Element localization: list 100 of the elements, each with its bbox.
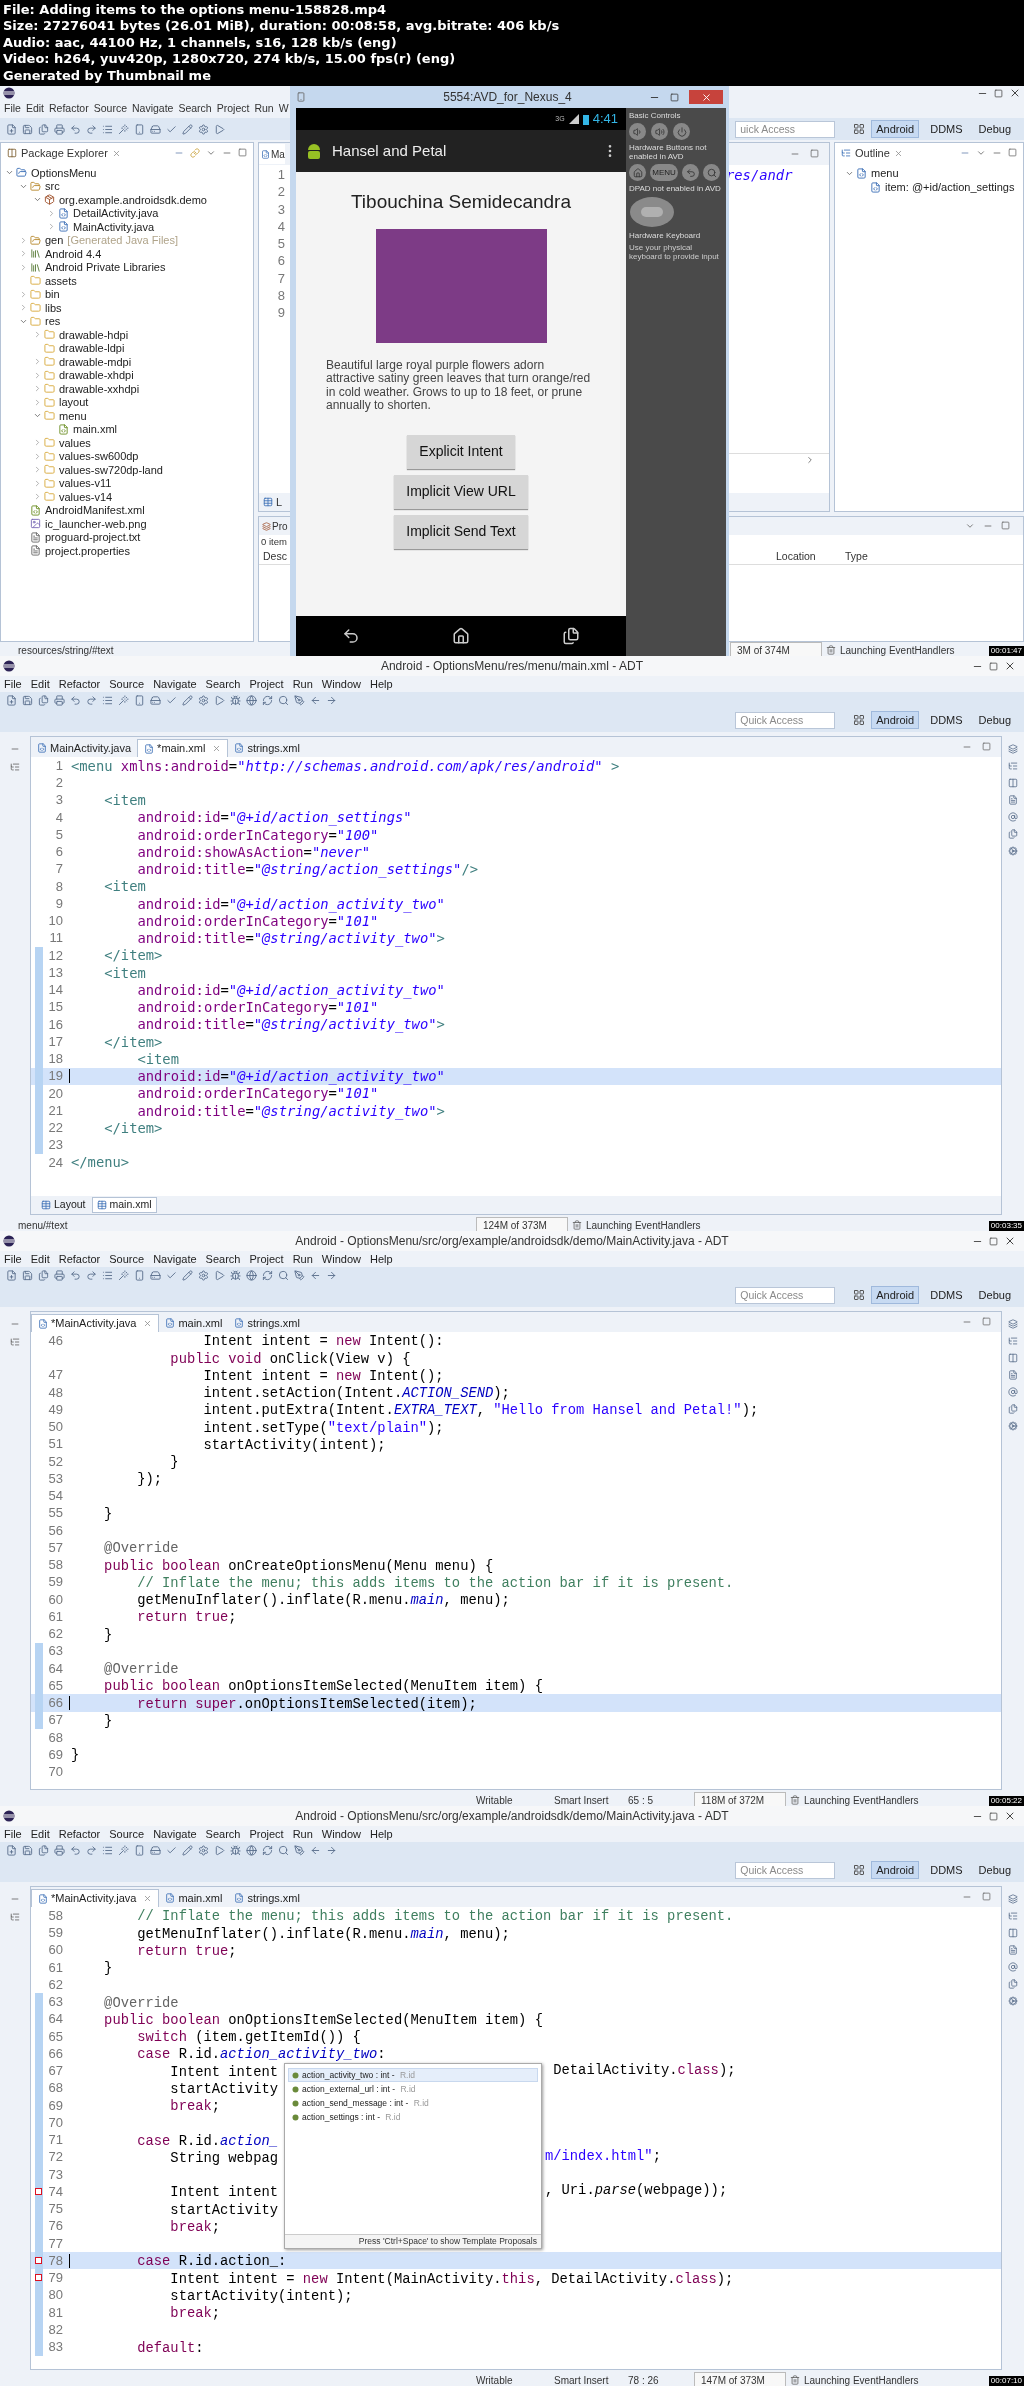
menu-item[interactable]: Edit (30, 1250, 50, 1268)
editor-tab[interactable]: strings.xml (228, 1314, 306, 1332)
perspective-button[interactable]: DDMS (925, 120, 968, 138)
editor-bottom-tab[interactable]: main.xml (91, 1197, 157, 1213)
menu-item[interactable]: Project (249, 675, 284, 693)
back-arrow-icon[interactable] (342, 627, 360, 645)
tree-item[interactable]: org.example.androidsdk.demo (59, 191, 207, 208)
open-perspective-icon[interactable] (853, 123, 866, 135)
layers-icon[interactable] (1008, 1894, 1018, 1904)
menu-item[interactable]: Edit (30, 1825, 50, 1843)
gear-icon[interactable] (1008, 846, 1018, 856)
play-icon[interactable] (214, 694, 225, 706)
quick-access-field[interactable]: Quick Access (735, 711, 836, 729)
menu-item[interactable]: Search (178, 101, 212, 117)
drive-icon[interactable] (150, 1269, 161, 1281)
copy-icon[interactable] (38, 694, 49, 706)
outline-icon[interactable] (1008, 1911, 1018, 1921)
maximize-icon[interactable] (238, 148, 247, 157)
house-icon[interactable] (452, 627, 470, 645)
pencil-icon[interactable] (182, 1844, 193, 1856)
check-icon[interactable] (166, 694, 177, 706)
columns-icon[interactable] (1008, 1928, 1018, 1938)
at-sign-icon[interactable] (1008, 1962, 1018, 1972)
menu-item[interactable]: Run (292, 1825, 313, 1843)
outline-icon[interactable] (10, 1912, 20, 1922)
menu-item[interactable]: Edit (25, 101, 44, 117)
gear-icon[interactable] (198, 694, 209, 706)
menu-item[interactable]: Refactor (58, 1825, 101, 1843)
forward-arrow-icon[interactable] (326, 1269, 337, 1281)
search-button[interactable] (703, 164, 720, 181)
gear-icon[interactable] (1008, 1996, 1018, 2006)
maximize-icon[interactable] (670, 92, 679, 102)
pen-icon[interactable] (294, 1269, 305, 1281)
save-icon[interactable] (22, 123, 33, 135)
close-icon[interactable] (1009, 87, 1021, 99)
phone-icon[interactable] (134, 1844, 145, 1856)
editor-tab[interactable]: strings.xml (228, 1889, 306, 1907)
drive-icon[interactable] (150, 694, 161, 706)
check-icon[interactable] (166, 1844, 177, 1856)
menu-item[interactable]: Project (249, 1825, 284, 1843)
drive-icon[interactable] (150, 123, 161, 135)
pen-icon[interactable] (294, 1844, 305, 1856)
list-icon[interactable] (102, 123, 113, 135)
app-button[interactable]: Explicit Intent (407, 434, 515, 469)
panel-tab[interactable]: Outline (855, 144, 890, 162)
play-icon[interactable] (214, 123, 225, 135)
redo-icon[interactable] (86, 1844, 97, 1856)
save-icon[interactable] (22, 1844, 33, 1856)
wand-icon[interactable] (118, 694, 129, 706)
app-button[interactable]: Implicit View URL (394, 474, 528, 509)
play-icon[interactable] (214, 1269, 225, 1281)
drive-icon[interactable] (150, 1844, 161, 1856)
pen-icon[interactable] (294, 694, 305, 706)
redo-icon[interactable] (86, 1269, 97, 1281)
globe-icon[interactable] (246, 1269, 257, 1281)
copy-icon[interactable] (1008, 829, 1018, 839)
completion-item[interactable]: action_external_url : int - R.id (288, 2082, 538, 2096)
gear-icon[interactable] (198, 1844, 209, 1856)
view-menu-icon[interactable] (965, 521, 975, 531)
column-header[interactable]: Type (845, 549, 868, 562)
view-menu-icon[interactable] (206, 148, 216, 158)
at-sign-icon[interactable] (1008, 812, 1018, 822)
editor-tab[interactable]: *MainActivity.java (31, 1889, 160, 1907)
menu-item[interactable]: Source (109, 1250, 145, 1268)
volume-up-button[interactable] (651, 123, 668, 140)
list-icon[interactable] (102, 1844, 113, 1856)
open-perspective-icon[interactable] (853, 714, 866, 726)
new-file-icon[interactable] (6, 694, 17, 706)
quick-access-field[interactable]: Quick Access (735, 1286, 836, 1304)
outline-icon[interactable] (1008, 761, 1018, 771)
refresh-icon[interactable] (262, 1844, 273, 1856)
editor-tab[interactable]: MainActivity.java (31, 739, 138, 757)
column-header[interactable]: Location (776, 549, 816, 562)
view-menu-icon[interactable] (976, 148, 986, 158)
trash-icon[interactable] (572, 1220, 582, 1230)
check-icon[interactable] (166, 123, 177, 135)
printer-icon[interactable] (54, 694, 65, 706)
perspective-button[interactable]: DDMS (925, 1286, 968, 1304)
printer-icon[interactable] (54, 1844, 65, 1856)
wand-icon[interactable] (118, 123, 129, 135)
menu-item[interactable]: Search (205, 675, 241, 693)
menu-item[interactable]: Refactor (49, 101, 89, 117)
perspective-button[interactable]: Android (871, 120, 920, 138)
gear-icon[interactable] (198, 123, 209, 135)
undo-icon[interactable] (70, 694, 81, 706)
menu-item[interactable]: Navigate (153, 1250, 197, 1268)
printer-icon[interactable] (54, 1269, 65, 1281)
menu-item[interactable]: Project (249, 1250, 284, 1268)
globe-icon[interactable] (246, 694, 257, 706)
volume-down-button[interactable] (629, 123, 646, 140)
scroll-right-icon[interactable] (805, 454, 815, 465)
redo-icon[interactable] (86, 123, 97, 135)
document-icon[interactable] (1008, 795, 1018, 805)
layers-icon[interactable] (1008, 744, 1018, 754)
tree-item[interactable]: OptionsMenu (31, 164, 97, 181)
globe-icon[interactable] (246, 1844, 257, 1856)
maximize-icon[interactable] (1001, 521, 1010, 530)
close-icon[interactable] (1004, 1235, 1016, 1247)
phone-icon[interactable] (134, 123, 145, 135)
check-icon[interactable] (166, 1269, 177, 1281)
